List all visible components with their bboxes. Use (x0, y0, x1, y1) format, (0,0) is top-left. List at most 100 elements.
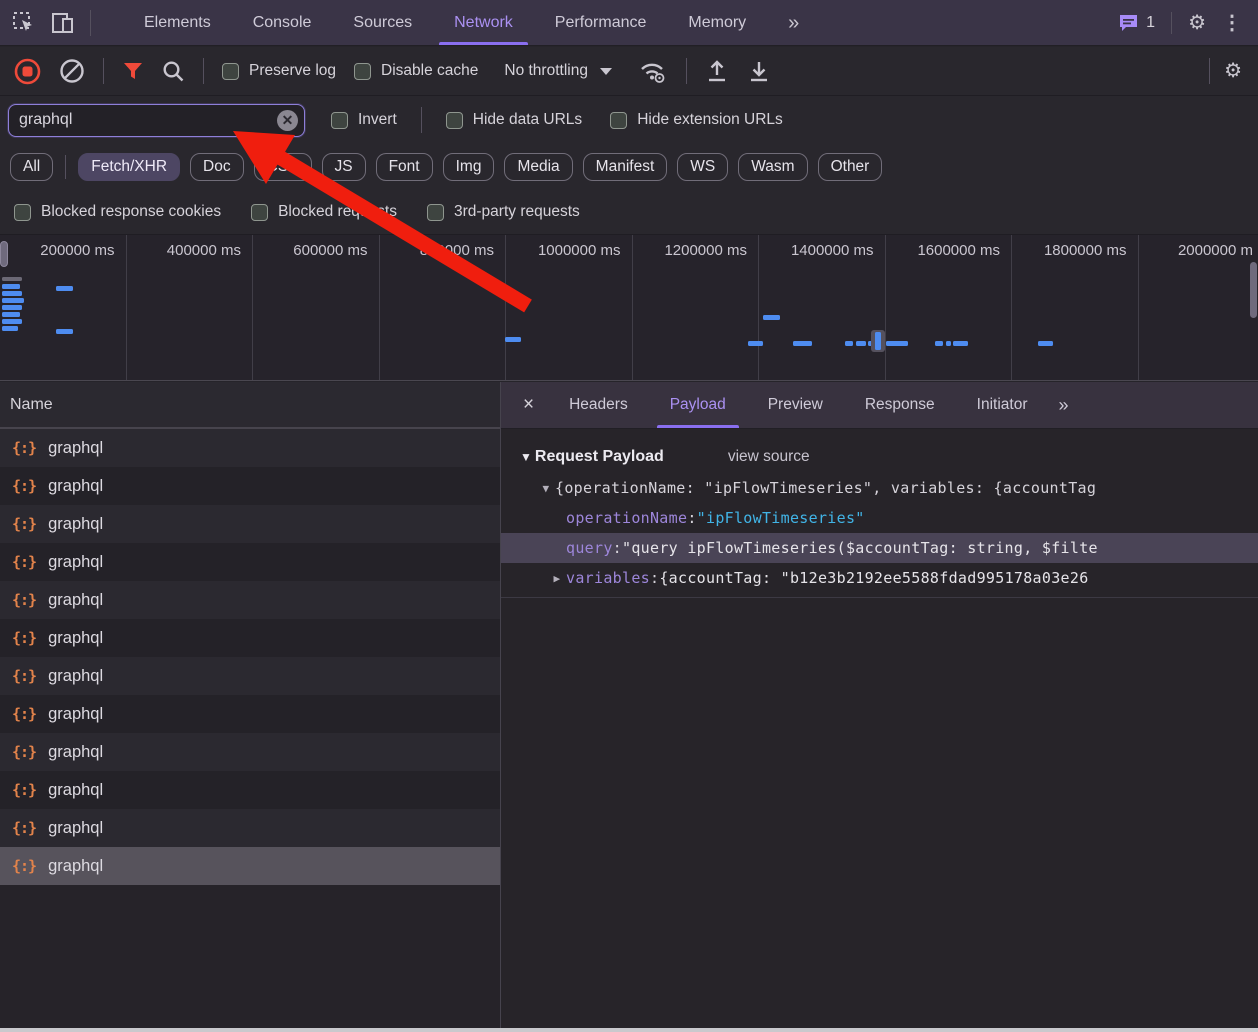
clear-filter-icon[interactable]: ✕ (277, 110, 298, 131)
json-separator: : (650, 569, 659, 587)
json-value: {accountTag: "b12e3b2192ee5588fdad995178… (659, 569, 1088, 587)
collapsed-triangle-icon[interactable]: ▶ (548, 572, 566, 585)
waterfall-bar (953, 341, 968, 346)
invert-checkbox[interactable]: Invert (331, 111, 397, 129)
request-row-graphql[interactable]: {:}graphql (0, 847, 500, 885)
request-row-graphql[interactable]: {:}graphql (0, 657, 500, 695)
request-row-graphql[interactable]: {:}graphql (0, 695, 500, 733)
more-details-tabs-icon[interactable]: » (1049, 395, 1077, 416)
xhr-braces-icon: {:} (12, 591, 36, 609)
divider (203, 58, 204, 84)
tab-elements[interactable]: Elements (123, 0, 232, 45)
collapse-triangle-icon[interactable]: ▼ (520, 450, 532, 464)
inspect-element-icon[interactable] (12, 11, 36, 35)
tab-response[interactable]: Response (844, 382, 956, 428)
third-party-requests-checkbox[interactable]: 3rd-party requests (427, 203, 580, 221)
request-row-graphql[interactable]: {:}graphql (0, 809, 500, 847)
invert-label: Invert (358, 111, 397, 129)
name-column-header[interactable]: Name (0, 382, 500, 429)
device-toolbar-icon[interactable] (50, 11, 76, 35)
resource-type-filter-chips: All Fetch/XHR Doc CSS JS Font Img Media Manifest… (0, 144, 1258, 190)
network-overview-timeline[interactable]: 200000 ms400000 ms600000 ms800000 ms1000… (0, 235, 1258, 381)
checkbox-unchecked-icon (331, 112, 348, 129)
waterfall-bar (2, 284, 20, 289)
filter-funnel-icon[interactable] (122, 60, 144, 82)
throttling-dropdown[interactable]: No throttling (496, 62, 620, 80)
waterfall-bar (875, 332, 881, 350)
request-row-graphql[interactable]: {:}graphql (0, 619, 500, 657)
filter-chip-all[interactable]: All (10, 153, 53, 181)
filter-chip-ws[interactable]: WS (677, 153, 728, 181)
filter-chip-manifest[interactable]: Manifest (583, 153, 668, 181)
filter-chip-other[interactable]: Other (818, 153, 883, 181)
blocked-requests-checkbox[interactable]: Blocked requests (251, 203, 397, 221)
hide-data-urls-checkbox[interactable]: Hide data URLs (446, 111, 582, 129)
export-har-icon[interactable] (747, 59, 771, 84)
filter-chip-img[interactable]: Img (443, 153, 495, 181)
network-settings-gear-icon[interactable]: ⚙ (1224, 61, 1242, 81)
tab-sources[interactable]: Sources (332, 0, 433, 45)
waterfall-bar (856, 341, 866, 346)
request-row-graphql[interactable]: {:}graphql (0, 771, 500, 809)
hide-data-urls-label: Hide data URLs (473, 111, 582, 129)
tab-payload[interactable]: Payload (649, 382, 747, 428)
blocked-filters-row: Blocked response cookies Blocked request… (0, 190, 1258, 235)
tab-console[interactable]: Console (232, 0, 333, 45)
request-row-graphql[interactable]: {:}graphql (0, 581, 500, 619)
payload-row-operation-name[interactable]: operationName: "ipFlowTimeseries" (501, 503, 1258, 533)
filter-chip-font[interactable]: Font (376, 153, 433, 181)
payload-row-query[interactable]: query: "query ipFlowTimeseries($accountT… (501, 533, 1258, 563)
panel-tabs: Elements Console Sources Network Perform… (123, 0, 820, 45)
tab-network[interactable]: Network (433, 0, 534, 45)
waterfall-bar (2, 291, 22, 296)
settings-gear-icon[interactable]: ⚙ (1188, 13, 1206, 33)
clear-network-log-button[interactable] (59, 58, 85, 84)
checkbox-unchecked-icon (354, 63, 371, 80)
request-row-graphql[interactable]: {:}graphql (0, 543, 500, 581)
import-har-icon[interactable] (705, 59, 729, 84)
kebab-menu-icon[interactable]: ⋮ (1222, 13, 1242, 33)
request-row-graphql[interactable]: {:}graphql (0, 467, 500, 505)
xhr-braces-icon: {:} (12, 743, 36, 761)
request-name: graphql (48, 515, 103, 534)
blocked-response-cookies-checkbox[interactable]: Blocked response cookies (14, 203, 221, 221)
timeline-column: 600000 ms (253, 235, 380, 381)
tab-memory[interactable]: Memory (667, 0, 767, 45)
payload-root-row[interactable]: ▼ {operationName: "ipFlowTimeseries", va… (501, 473, 1258, 503)
request-name: graphql (48, 819, 103, 838)
more-tabs-button[interactable]: » (767, 0, 820, 45)
search-icon[interactable] (162, 60, 185, 83)
filter-chip-media[interactable]: Media (504, 153, 572, 181)
request-row-graphql[interactable]: {:}graphql (0, 429, 500, 467)
tab-initiator[interactable]: Initiator (956, 382, 1049, 428)
timeline-tick-label: 200000 ms (40, 242, 114, 259)
request-details-panel: × Headers Payload Preview Response Initi… (501, 382, 1258, 1028)
preserve-log-checkbox[interactable]: Preserve log (222, 62, 336, 80)
console-messages-button[interactable]: 1 (1118, 13, 1155, 32)
record-network-log-button[interactable] (14, 58, 41, 85)
close-details-icon[interactable]: × (501, 394, 548, 416)
network-conditions-icon[interactable] (638, 58, 668, 84)
xhr-braces-icon: {:} (12, 553, 36, 571)
expanded-triangle-icon[interactable]: ▼ (537, 482, 555, 495)
tab-headers[interactable]: Headers (548, 382, 649, 428)
tab-preview[interactable]: Preview (747, 382, 844, 428)
tab-performance[interactable]: Performance (534, 0, 668, 45)
view-source-link[interactable]: view source (728, 448, 810, 466)
filter-chip-wasm[interactable]: Wasm (738, 153, 807, 181)
filter-chip-js[interactable]: JS (322, 153, 366, 181)
checkbox-unchecked-icon (222, 63, 239, 80)
waterfall-bar (845, 341, 853, 346)
filter-chip-css[interactable]: CSS (254, 153, 312, 181)
waterfall-bar (2, 312, 20, 317)
filter-chip-doc[interactable]: Doc (190, 153, 244, 181)
hide-extension-urls-checkbox[interactable]: Hide extension URLs (610, 111, 783, 129)
payload-row-variables[interactable]: ▶ variables: {accountTag: "b12e3b2192ee5… (501, 563, 1258, 593)
request-row-graphql[interactable]: {:}graphql (0, 505, 500, 543)
disable-cache-checkbox[interactable]: Disable cache (354, 62, 478, 80)
filter-chip-fetch-xhr[interactable]: Fetch/XHR (78, 153, 180, 181)
devtools-tabbar: Elements Console Sources Network Perform… (0, 0, 1258, 46)
request-row-graphql[interactable]: {:}graphql (0, 733, 500, 771)
filter-input[interactable] (9, 111, 304, 129)
preserve-log-label: Preserve log (249, 62, 336, 80)
